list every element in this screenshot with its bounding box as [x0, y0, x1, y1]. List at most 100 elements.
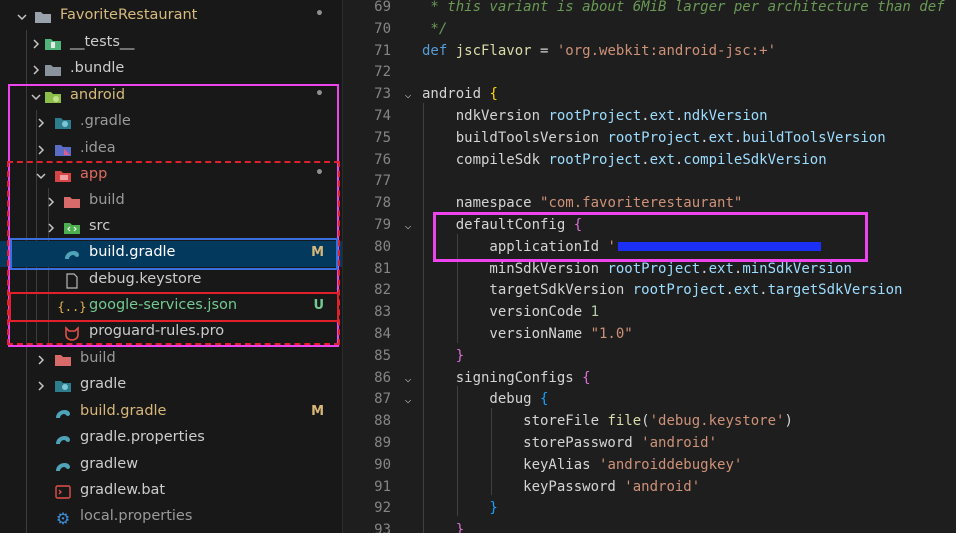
code-line[interactable]: 81 minSdkVersion rootProject.ext.minSdkV…: [343, 259, 956, 281]
fold-chevron-icon[interactable]: ⌵: [401, 215, 415, 237]
proguard-file-icon: [62, 324, 82, 342]
tree-item-src[interactable]: src: [0, 215, 342, 241]
line-number: 83: [374, 304, 391, 321]
code-token: namespace: [422, 195, 541, 212]
tree-item-android-build[interactable]: build: [0, 347, 342, 373]
code-token: compileSdk: [422, 151, 549, 168]
code-token: signingConfigs: [422, 369, 583, 386]
line-number: 86: [374, 369, 391, 386]
code-line[interactable]: 70 */: [343, 19, 956, 41]
line-number: 88: [374, 413, 391, 430]
code-line[interactable]: 74 ndkVersion rootProject.ext.ndkVersion: [343, 106, 956, 128]
line-number: 77: [374, 173, 391, 190]
fold-chevron-icon[interactable]: ⌵: [401, 84, 415, 106]
code-line[interactable]: 86 ⌵ signingConfigs {: [343, 368, 956, 390]
code-line[interactable]: 82 targetSdkVersion rootProject.ext.targ…: [343, 280, 956, 302]
tree-item-dot-gradle[interactable]: .gradle: [0, 110, 342, 136]
code-line[interactable]: 76 compileSdk rootProject.ext.compileSdk…: [343, 150, 956, 172]
line-number: 71: [374, 42, 391, 59]
code-editor[interactable]: 69 * this variant is about 6MiB larger p…: [343, 0, 956, 533]
chevron-right-icon: [45, 194, 57, 210]
tree-item-google-services-json[interactable]: {..} google-services.json U: [0, 294, 342, 320]
chevron-right-icon: [35, 378, 47, 394]
chevron-down-icon: [35, 168, 47, 184]
code-token: {: [489, 86, 498, 103]
line-number: 87: [374, 391, 391, 408]
code-text: buildToolsVersion rootProject.ext.buildT…: [422, 128, 886, 150]
code-token: .: [700, 260, 709, 277]
tree-item-gradlew[interactable]: gradlew: [0, 453, 342, 479]
code-line[interactable]: 85 }: [343, 346, 956, 368]
fold-chevron-icon[interactable]: ⌵: [401, 389, 415, 411]
code-line[interactable]: 90 keyAlias 'androiddebugkey': [343, 455, 956, 477]
code-line[interactable]: 87 ⌵ debug {: [343, 389, 956, 411]
code-text: keyPassword 'android': [422, 477, 700, 499]
code-line[interactable]: 83 versionCode 1: [343, 302, 956, 324]
code-token: keyPassword: [422, 478, 625, 495]
tree-item-tests[interactable]: __tests__: [0, 31, 342, 57]
code-token: 'android': [624, 478, 701, 495]
code-line[interactable]: 71 def jscFlavor = 'org.webkit:android-js…: [343, 41, 956, 63]
code-token: .: [700, 129, 709, 146]
code-token: */: [422, 20, 448, 37]
redacted-value: [617, 242, 821, 252]
code-line[interactable]: 78 namespace "com.favoriterestaurant": [343, 193, 956, 215]
src-folder-icon: [62, 219, 82, 237]
code-text: }: [422, 520, 464, 533]
tree-item-label: .bundle: [70, 60, 125, 76]
code-line[interactable]: 73 ⌵ android {: [343, 84, 956, 106]
code-token: "1.0": [590, 326, 633, 342]
code-token: rootProject: [548, 108, 642, 124]
code-line[interactable]: 75 buildToolsVersion rootProject.ext.bui…: [343, 128, 956, 150]
tree-item-app[interactable]: app •: [0, 163, 342, 189]
code-text: storePassword 'android': [422, 433, 717, 455]
chevron-right-icon: [35, 352, 47, 368]
tree-item-gradle-properties[interactable]: gradle.properties: [0, 426, 342, 452]
tree-item-favoriterestaurant[interactable]: FavoriteRestaurant •: [0, 4, 342, 30]
code-text: }: [422, 346, 464, 368]
chevron-down-icon: [16, 9, 28, 25]
code-line[interactable]: 89 storePassword 'android': [343, 433, 956, 455]
tree-item-gradlew-bat[interactable]: gradlew.bat: [0, 479, 342, 505]
code-line[interactable]: 80 applicationId ': [343, 237, 956, 259]
tree-item-label: src: [89, 218, 111, 234]
code-line[interactable]: 72: [343, 62, 956, 84]
code-line[interactable]: 84 versionName "1.0": [343, 324, 956, 346]
code-text: versionName "1.0": [422, 324, 633, 346]
code-token: 'debug.keystore': [649, 413, 785, 430]
code-line[interactable]: 91 keyPassword 'android': [343, 477, 956, 499]
tree-item-label: FavoriteRestaurant: [60, 7, 198, 23]
folder-icon: [43, 61, 63, 79]
line-number: 81: [374, 260, 391, 277]
tree-item-local-properties[interactable]: ⚙ local.properties: [0, 505, 342, 531]
tree-item-bundle[interactable]: .bundle: [0, 57, 342, 83]
code-token: buildToolsVersion: [422, 129, 608, 146]
tree-item-gradle-folder[interactable]: gradle: [0, 373, 342, 399]
tree-item-idea[interactable]: .idea: [0, 137, 342, 163]
code-line[interactable]: 93 }: [343, 520, 956, 533]
file-icon: [62, 272, 82, 290]
code-token: defaultConfig: [422, 217, 574, 233]
code-token: }: [422, 522, 465, 533]
tree-item-label: build: [89, 192, 125, 208]
code-line[interactable]: 77: [343, 171, 956, 193]
code-line[interactable]: 92 }: [343, 498, 956, 520]
code-token: 'org.webkit:android-jsc:+': [556, 42, 777, 59]
line-number: 69: [374, 0, 391, 15]
code-line[interactable]: 79 ⌵ defaultConfig {: [343, 215, 956, 237]
tree-item-debug-keystore[interactable]: debug.keystore: [0, 268, 342, 294]
tree-item-proguard-rules[interactable]: proguard-rules.pro: [0, 320, 342, 346]
code-token: {: [540, 391, 549, 408]
code-line[interactable]: 69 * this variant is about 6MiB larger p…: [343, 0, 956, 19]
gradle-file-icon: [53, 404, 73, 422]
tree-item-android[interactable]: android •: [0, 84, 342, 110]
line-number: 76: [374, 151, 391, 168]
code-token: jscFlavor: [455, 42, 532, 59]
code-line[interactable]: 88 storeFile file('debug.keystore'): [343, 411, 956, 433]
gradle-file-icon: [53, 457, 73, 475]
tree-item-app-build-gradle[interactable]: build.gradle M: [0, 241, 342, 267]
tree-item-app-build[interactable]: build: [0, 189, 342, 215]
modified-badge: M: [311, 404, 324, 419]
fold-chevron-icon[interactable]: ⌵: [401, 368, 415, 390]
tree-item-android-build-gradle[interactable]: build.gradle M: [0, 400, 342, 426]
